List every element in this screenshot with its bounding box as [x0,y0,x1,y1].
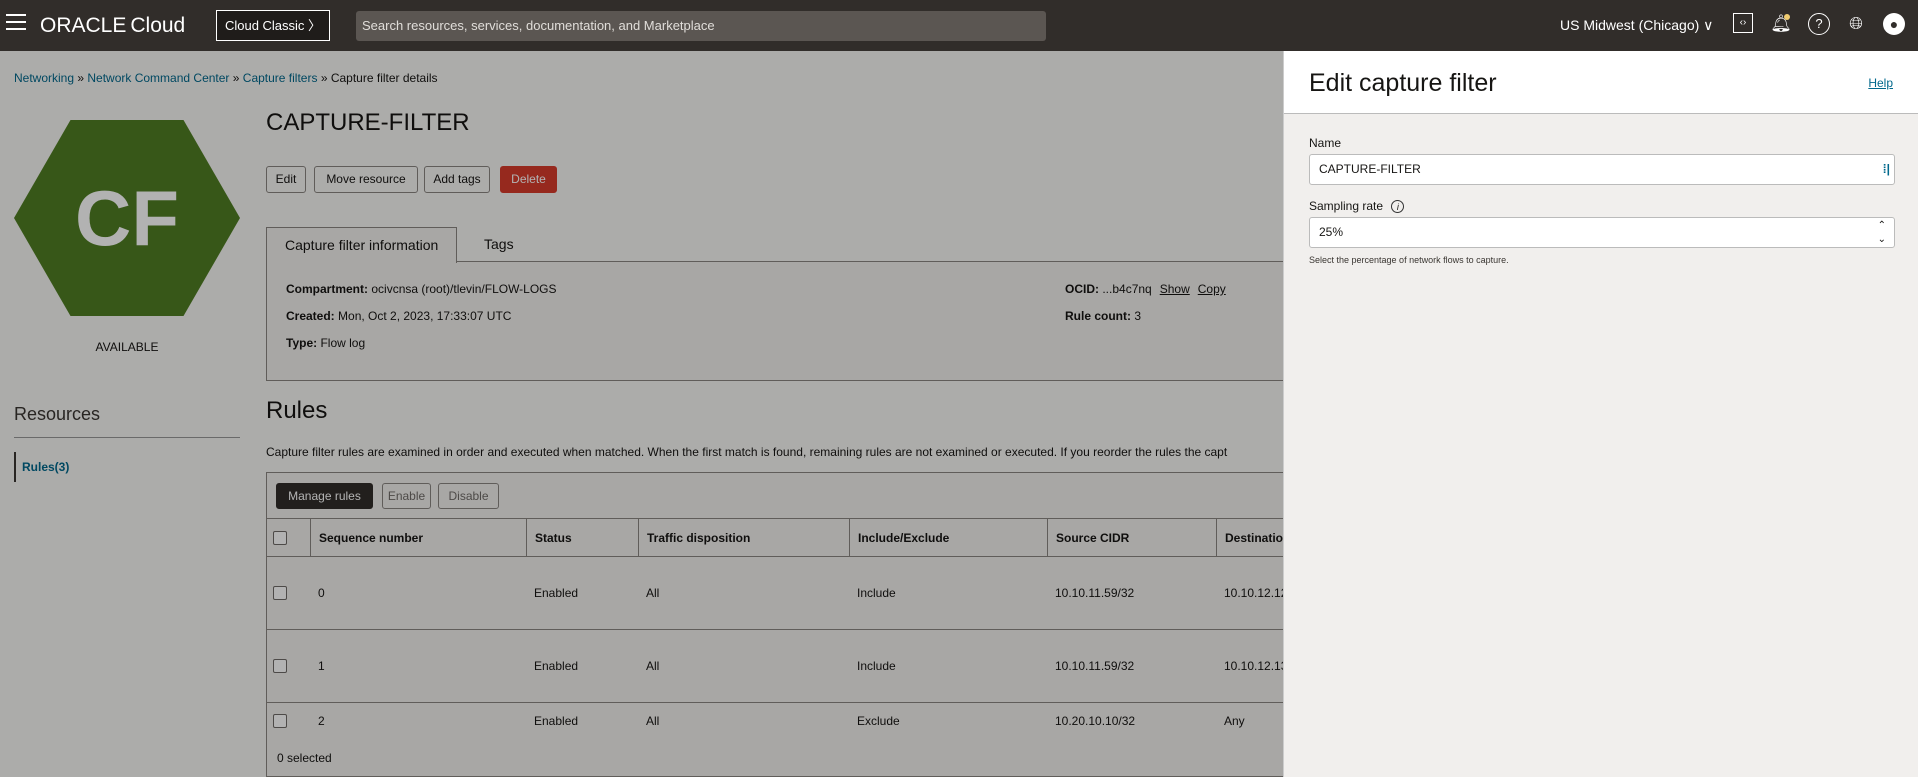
notification-bell-icon[interactable]: 🔔︎ [1770,13,1792,35]
password-manager-icon[interactable]: ⁞| [1883,155,1890,184]
code-editor-icon[interactable]: ‹› [1733,13,1753,33]
info-icon[interactable]: i [1391,200,1405,213]
edit-capture-filter-panel: Edit capture filter Help Name CAPTURE-FI… [1283,51,1918,777]
sampling-rate-value: 25% [1319,225,1344,239]
region-selector[interactable]: US Midwest (Chicago) ∨ [1560,17,1713,34]
globe-language-icon[interactable]: 🌐︎ [1845,13,1867,35]
cloud-classic-button[interactable]: Cloud Classic 〉 [216,10,330,41]
panel-title: Edit capture filter [1309,69,1497,97]
name-input[interactable]: CAPTURE-FILTER ⁞| [1309,154,1895,185]
sampling-rate-label: Sampling rate i [1309,199,1405,213]
modal-backdrop[interactable] [0,51,1283,777]
oracle-cloud-logo[interactable]: ORACLE Cloud [40,14,185,38]
hamburger-menu-icon[interactable] [6,14,26,30]
name-value: CAPTURE-FILTER [1319,162,1421,176]
user-avatar-icon[interactable]: ● [1883,13,1905,35]
help-icon[interactable]: ? [1808,13,1830,35]
name-label: Name [1309,136,1342,150]
top-header: ORACLE Cloud Cloud Classic 〉 Search resou… [0,0,1918,51]
sampling-rate-help: Select the percentage of network flows t… [1309,255,1509,265]
sampling-rate-select[interactable]: 25% ⌃ ⌄ [1309,217,1895,248]
search-input[interactable]: Search resources, services, documentatio… [356,11,1046,41]
help-link[interactable]: Help [1868,76,1893,90]
select-updown-icon: ⌃ ⌄ [1877,220,1886,245]
panel-header: Edit capture filter Help [1284,51,1918,114]
